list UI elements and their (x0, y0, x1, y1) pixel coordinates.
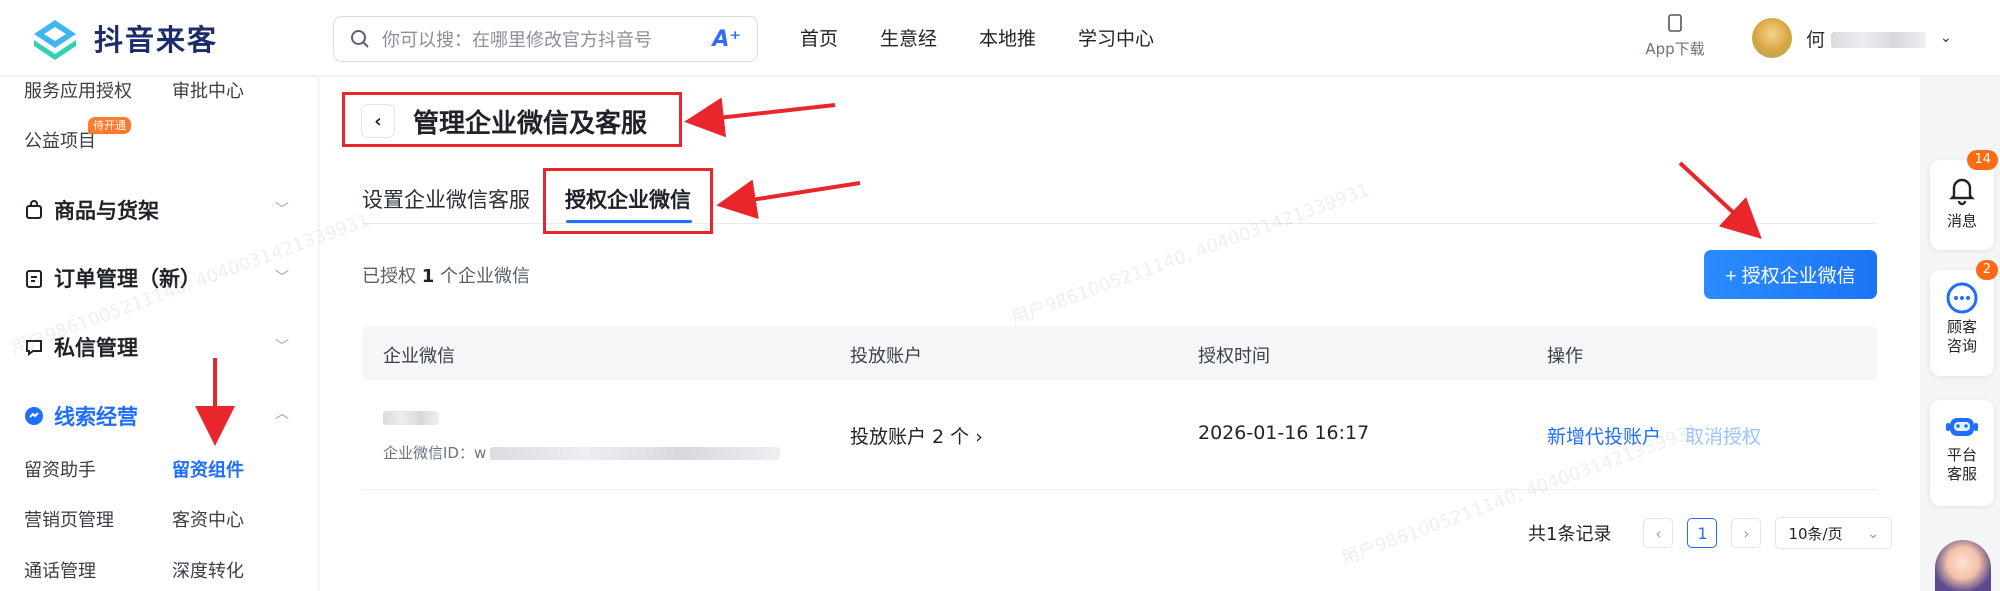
annotation-arrow (1678, 161, 1762, 239)
annotation-arrow (684, 97, 836, 138)
annotation-arrows (195, 97, 1762, 446)
annotation-arrow (716, 179, 861, 220)
